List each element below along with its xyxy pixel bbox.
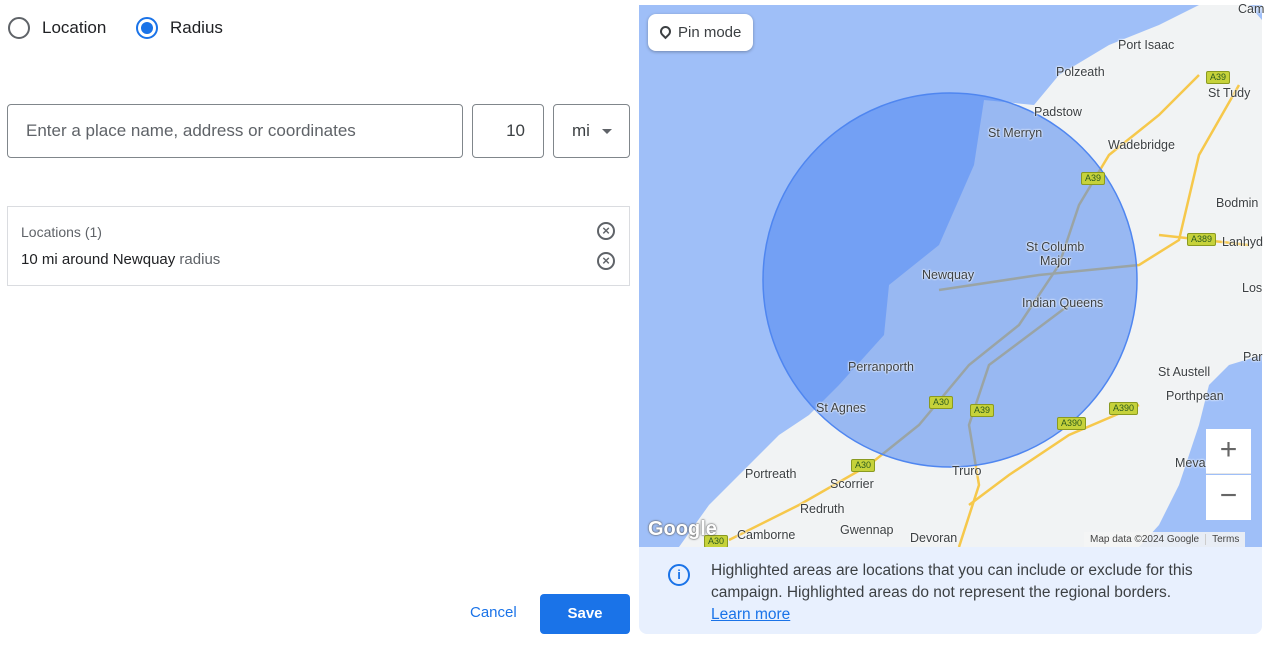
radio-label: Location [42,18,107,37]
location-item-text: 10 mi around Newquay [21,251,176,268]
map-label: Portreath [745,467,797,481]
pin-mode-button[interactable]: Pin mode [648,14,754,51]
map-label: Major [1040,254,1072,268]
map-label: Bodmin [1216,196,1259,210]
radio-circle [8,17,30,39]
info-icon: i [668,564,690,586]
map-label: Indian Queens [1022,296,1104,310]
road-badge: A30 [851,459,876,472]
radio-circle-selected [136,17,158,39]
radius-value[interactable]: 10 [506,121,525,141]
terms-link[interactable]: Terms [1205,534,1245,545]
map-label: St Austell [1158,365,1211,379]
learn-more-link[interactable]: Learn more [711,606,790,623]
map-label: Polzeath [1056,65,1105,79]
location-item-suffix: radius [175,251,221,268]
map-label: Gwennap [840,523,894,537]
map-label: Newquay [922,268,975,282]
google-logo: Google [648,518,717,540]
radio-label: Radius [170,18,223,37]
road-badge: A39 [1206,71,1231,84]
radio-radius[interactable]: Radius [136,17,223,39]
map-label: Par [1243,350,1263,364]
road-badge: A390 [1109,402,1139,415]
remove-location-icon[interactable]: × [597,252,615,270]
map-label: Camborne [737,528,796,542]
map-label: Lanhyd [1222,235,1264,249]
road-badge: A389 [1187,233,1217,246]
map-label: Porthpean [1166,389,1224,403]
map-label: Los [1242,281,1263,295]
map-label: Scorrier [830,477,874,491]
road-badge: A39 [970,404,995,417]
road-badge: A390 [1057,417,1087,430]
map-label: Devoran [910,531,958,545]
location-item: 10 mi around Newquay radius [21,251,220,268]
map-label: Redruth [800,502,845,516]
caret-down-icon [601,128,612,134]
locations-list: Locations (1) × 10 mi around Newquay rad… [7,206,630,286]
map-label: Padstow [1034,105,1082,119]
place-search-field[interactable] [7,104,463,158]
radio-location[interactable]: Location [8,17,106,39]
map-label: St Agnes [816,401,867,415]
map-label: Wadebridge [1108,138,1175,152]
map-label: Perranporth [848,360,915,374]
road-badge: A30 [929,396,954,409]
pin-mode-label: Pin mode [678,24,742,41]
map-label: St Columb [1026,240,1085,254]
info-banner: i Highlighted areas are locations that y… [639,547,1262,634]
zoom-in-button[interactable]: + [1206,429,1251,474]
map-label: Cam [1238,2,1265,16]
unit-value: mi [572,121,590,140]
location-pin-icon [657,23,674,40]
map-label: Truro [952,464,982,478]
map-label: Port Isaac [1118,38,1175,52]
road-badge: A39 [1081,172,1106,185]
place-search-input[interactable] [26,121,462,141]
zoom-out-button[interactable]: − [1206,475,1251,520]
unit-select[interactable]: mi [553,104,630,158]
map-data-text: Map data ©2024 Google [1090,534,1200,545]
map-label: St Merryn [988,126,1043,140]
locations-header: Locations (1) [21,224,102,240]
map-label: St Tudy [1208,86,1251,100]
map-attribution: Map data ©2024 Google Terms [1084,532,1246,547]
info-text: Highlighted areas are locations that you… [711,562,1193,601]
radius-value-field[interactable]: 10 [472,104,544,158]
save-button[interactable]: Save [540,594,630,634]
cancel-button[interactable]: Cancel [470,604,517,621]
clear-all-icon[interactable]: × [597,222,615,240]
